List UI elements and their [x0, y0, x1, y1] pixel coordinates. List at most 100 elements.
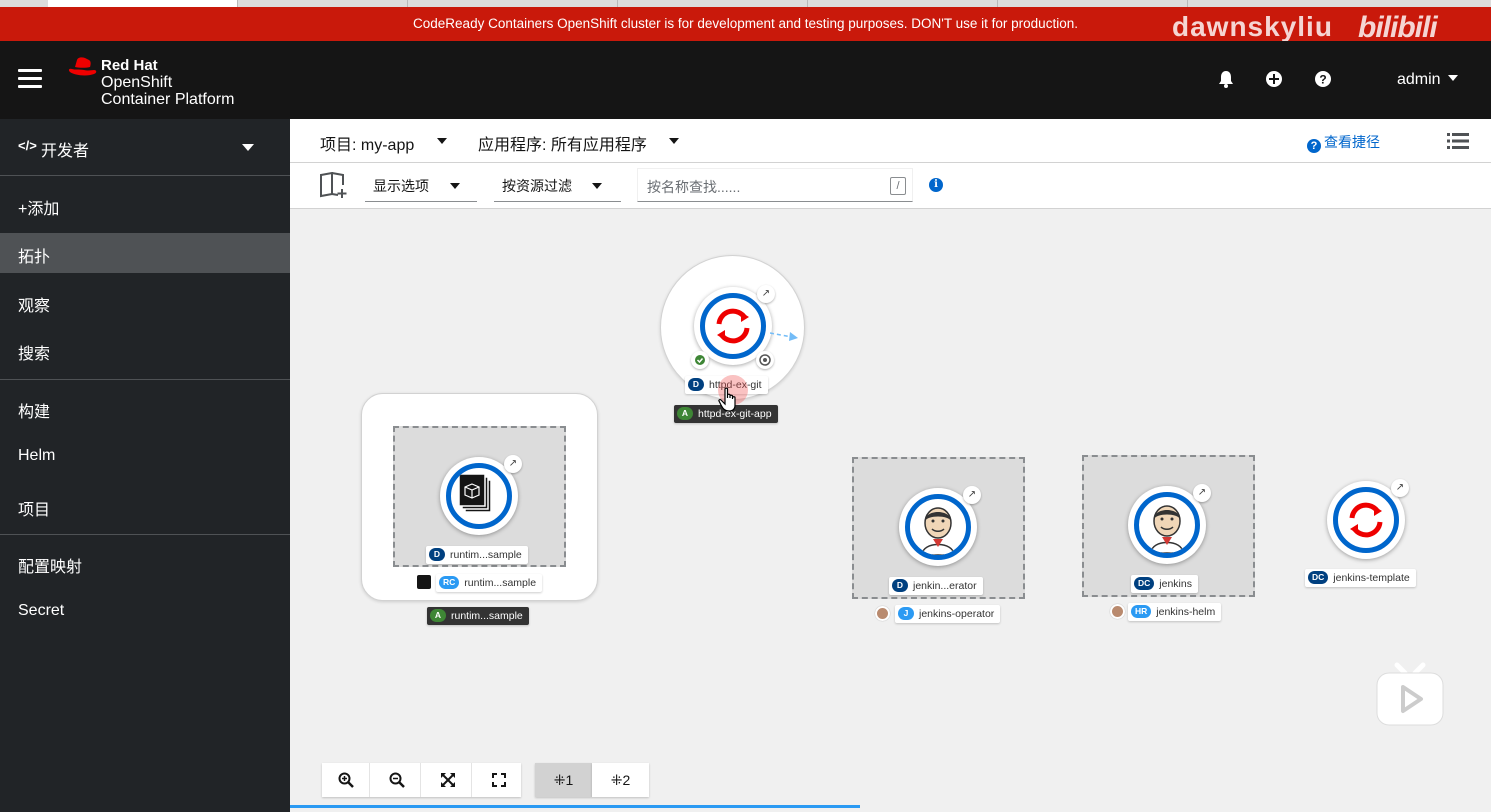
jenkins-icon: [921, 507, 955, 555]
sidebar-item-label: Secret: [18, 602, 65, 619]
openshift-builder-icon: [1349, 502, 1383, 538]
external-link-icon[interactable]: ↗: [757, 285, 775, 303]
browser-tab[interactable]: [238, 0, 408, 7]
sidebar-item-builds[interactable]: 构建: [0, 388, 290, 428]
hamburger-menu-icon[interactable]: [18, 69, 42, 89]
bilibili-tv-watermark-icon: [1376, 662, 1444, 726]
helm-release-badge: HR: [1131, 605, 1152, 618]
build-status-icon[interactable]: [691, 351, 709, 369]
owner-label[interactable]: Jjenkins-operator: [895, 605, 1001, 623]
question-circle-icon: ?: [1307, 139, 1321, 153]
browser-tab[interactable]: [618, 0, 808, 7]
sidebar-item-configmaps[interactable]: 配置映射: [0, 543, 290, 583]
workload-label[interactable]: DC jenkins: [1131, 575, 1198, 593]
sidebar-item-label: +添加: [18, 201, 60, 218]
chevron-down-icon: [1448, 75, 1459, 81]
jenkins-mini-avatar-icon: [875, 606, 890, 621]
cluster-notice-banner: CodeReady Containers OpenShift cluster i…: [0, 7, 1491, 44]
workload-name: jenkins-template: [1333, 572, 1410, 584]
watermark-site: bilibili: [1358, 11, 1438, 44]
owner-label[interactable]: RC runtim...sample: [436, 574, 543, 592]
perspective-switcher[interactable]: </> 开发者: [0, 119, 290, 176]
zoom-out-icon: [389, 772, 405, 788]
runtime-cube-icon: [458, 473, 492, 513]
search-shortcut-key: /: [890, 177, 906, 195]
external-link-icon[interactable]: ↗: [1391, 479, 1409, 497]
caret-down-icon: [242, 144, 254, 151]
deployment-badge: D: [429, 548, 445, 561]
application-name: runtim...sample: [451, 610, 523, 622]
expand-arrows-icon: [440, 773, 455, 787]
caret-down-icon[interactable]: [437, 138, 447, 144]
sidebar-item-helm[interactable]: Helm: [0, 437, 290, 477]
external-link-icon[interactable]: ↗: [504, 455, 522, 473]
user-menu[interactable]: admin: [1397, 71, 1459, 89]
sidebar-item-add[interactable]: +添加: [0, 185, 290, 225]
reset-view-icon: [492, 773, 506, 787]
sidebar-item-search[interactable]: 搜索: [0, 330, 290, 370]
layout-2-button[interactable]: ⁜2: [592, 763, 649, 797]
deployment-config-badge: DC: [1308, 571, 1329, 584]
reset-view-button[interactable]: [475, 763, 523, 797]
bell-icon[interactable]: [1216, 69, 1236, 89]
sidebar-item-project[interactable]: 项目: [0, 486, 290, 526]
brand-redhat: Red Hat: [101, 57, 158, 74]
external-link-icon[interactable]: ↗: [1193, 484, 1211, 502]
view-shortcuts-link[interactable]: ? 查看捷径: [1307, 132, 1380, 153]
project-bar: 项目: my-app 应用程序: 所有应用程序 ? 查看捷径: [290, 119, 1491, 163]
workload-name: runtim...sample: [450, 549, 522, 561]
application-selector[interactable]: 应用程序: 所有应用程序: [478, 131, 647, 155]
owner-name: runtim...sample: [464, 577, 537, 589]
deployment-config-badge: DC: [1134, 577, 1155, 590]
github-icon[interactable]: [756, 351, 774, 369]
browser-tab[interactable]: [998, 0, 1188, 7]
fit-to-screen-button[interactable]: [424, 763, 472, 797]
layout-icon: ⁜: [610, 772, 623, 788]
connector-arrow: [770, 332, 798, 341]
workload-label[interactable]: Djenkin...erator: [889, 577, 983, 595]
browser-tab[interactable]: [808, 0, 998, 7]
sidebar-item-observe[interactable]: 观察: [0, 282, 290, 322]
info-circle-icon[interactable]: i: [929, 178, 943, 192]
display-options-dropdown[interactable]: 显示选项: [365, 168, 477, 202]
question-circle-icon[interactable]: ?: [1313, 69, 1333, 89]
owner-name: jenkins-helm: [1156, 606, 1216, 618]
quick-search-book-icon[interactable]: [320, 172, 350, 199]
sidebar-item-label: 搜索: [18, 346, 51, 363]
search-placeholder: 按名称查找......: [647, 179, 741, 195]
deployment-badge: D: [892, 579, 908, 592]
zoom-in-button[interactable]: [322, 763, 370, 797]
project-selector-label: 项目: my-app: [320, 137, 415, 154]
caret-down-icon[interactable]: [669, 138, 679, 144]
workload-label[interactable]: Druntim...sample: [426, 546, 528, 564]
sidebar-item-label: 构建: [18, 404, 51, 421]
perspective-label: 开发者: [41, 143, 90, 160]
workload-label[interactable]: DC jenkins-template: [1305, 569, 1416, 587]
owner-label[interactable]: HR jenkins-helm: [1128, 603, 1222, 621]
plus-circle-icon[interactable]: [1264, 69, 1284, 89]
layout-1-button[interactable]: ⁜1: [535, 763, 592, 797]
workload-name: jenkins: [1159, 578, 1192, 590]
application-label[interactable]: Aruntim...sample: [427, 607, 529, 625]
application-badge: A: [677, 407, 693, 420]
owner-name: jenkins-operator: [919, 608, 995, 620]
jenkins-badge: J: [898, 607, 914, 620]
jenkins-mini-avatar-icon: [1110, 604, 1125, 619]
svg-text:?: ?: [1319, 73, 1326, 87]
browser-tab[interactable]: [408, 0, 618, 7]
external-link-icon[interactable]: ↗: [963, 486, 981, 504]
list-view-icon[interactable]: [1447, 132, 1469, 150]
sidebar-item-topology[interactable]: 拓扑: [0, 233, 290, 273]
project-selector[interactable]: 项目: my-app: [320, 131, 414, 155]
sidebar-item-secrets[interactable]: Secret: [0, 592, 290, 632]
topology-toolbar: 显示选项 按资源过滤 按名称查找...... / i: [290, 163, 1491, 209]
name-search-input[interactable]: 按名称查找...... /: [637, 168, 913, 202]
redhat-hat-icon: [68, 57, 97, 76]
view-shortcuts-label: 查看捷径: [1324, 134, 1380, 150]
nav-divider: [0, 379, 290, 380]
loading-progress-line: [290, 805, 860, 808]
topology-canvas[interactable]: ↗ Dhttpd-ex-git Ahttpd-ex-git-app ↗ D ru…: [290, 209, 1491, 812]
browser-tab[interactable]: [48, 0, 238, 7]
resource-filter-dropdown[interactable]: 按资源过滤: [494, 168, 621, 202]
zoom-out-button[interactable]: [373, 763, 421, 797]
